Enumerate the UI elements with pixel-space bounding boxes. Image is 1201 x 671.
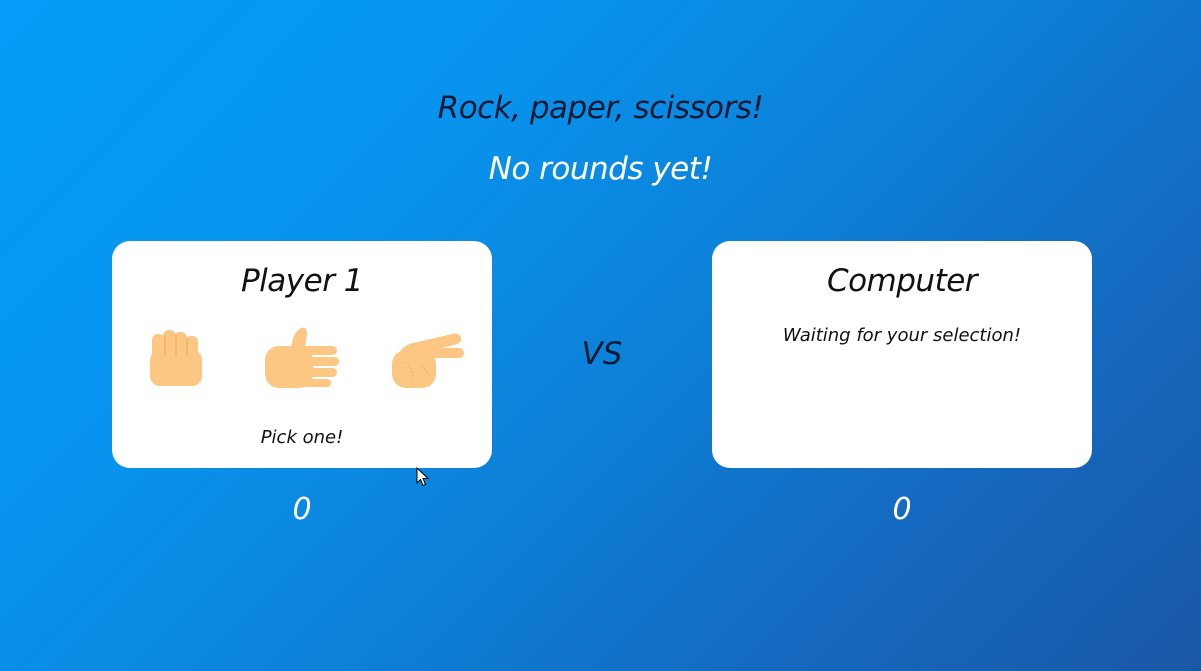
player-name: Player 1 — [240, 263, 364, 299]
computer-score: 0 — [892, 492, 912, 527]
scissors-hand-icon — [392, 333, 464, 388]
game-title: Rock, paper, scissors! — [437, 90, 764, 126]
computer-status: Waiting for your selection! — [782, 325, 1022, 346]
versus-label: VS — [581, 336, 623, 372]
round-status: No rounds yet! — [488, 151, 713, 187]
pick-prompt: Pick one! — [260, 427, 344, 448]
computer-card: Computer Waiting for your selection! — [712, 241, 1092, 468]
paper-hand-icon — [265, 327, 339, 388]
mouse-cursor-icon — [416, 467, 430, 487]
player-score: 0 — [292, 492, 312, 527]
paper-choice-button[interactable] — [257, 326, 347, 396]
rock-fist-icon — [150, 330, 202, 386]
player-card: Player 1 Pick one! — [112, 241, 492, 468]
scissors-choice-button[interactable] — [382, 326, 472, 396]
computer-name: Computer — [826, 263, 978, 299]
rock-choice-button[interactable] — [134, 326, 224, 396]
